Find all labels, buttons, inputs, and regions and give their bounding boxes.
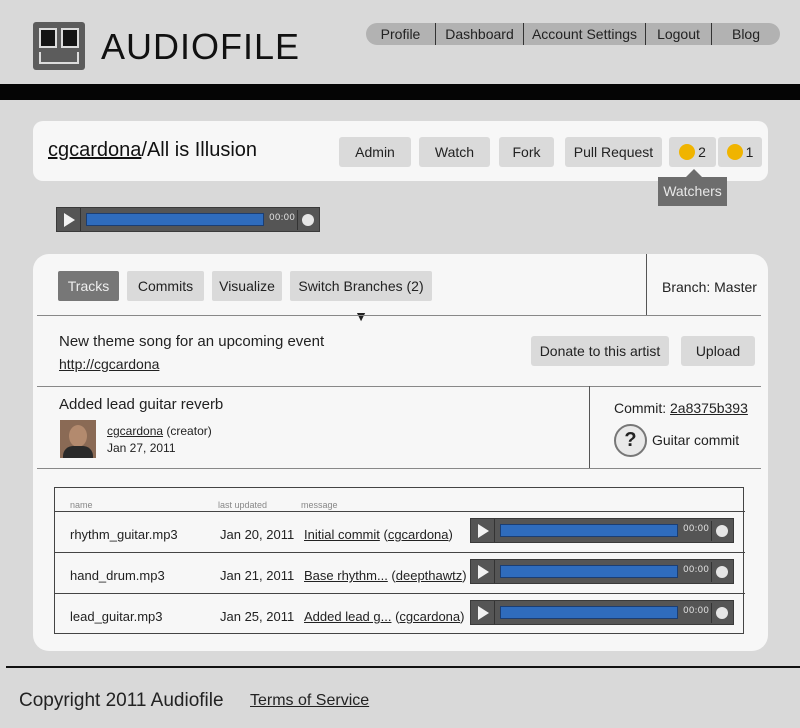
- donate-button[interactable]: Donate to this artist: [531, 336, 669, 366]
- table-cell-name: rhythm_guitar.mp3: [70, 527, 178, 542]
- rss-icon[interactable]: [711, 521, 731, 541]
- rss-icon[interactable]: [297, 210, 317, 230]
- table-cell-date: Jan 20, 2011: [220, 527, 295, 542]
- tab-commits[interactable]: Commits: [127, 271, 204, 301]
- table-cell-message: Initial commit (cgcardona): [304, 527, 453, 542]
- user-link[interactable]: cgcardona: [399, 609, 460, 624]
- forks-count-button[interactable]: 1: [718, 137, 762, 167]
- commit-author-line: cgcardona (creator): [107, 424, 212, 438]
- artist-url-link[interactable]: http://cgcardona: [59, 356, 159, 372]
- user-link[interactable]: deepthawtz: [396, 568, 463, 583]
- watch-button[interactable]: Watch: [419, 137, 490, 167]
- divider: [37, 386, 761, 387]
- player-time: 00:00: [683, 524, 709, 534]
- repo-audio-player: 00:00: [56, 207, 320, 232]
- header-divider: [0, 84, 800, 100]
- watchers-tooltip: Watchers: [658, 169, 727, 206]
- divider: [37, 468, 761, 469]
- repo-title: cgcardona/All is Illusion: [48, 139, 257, 162]
- branch-label: Branch: Master: [662, 279, 757, 295]
- cursor-icon: [726, 144, 743, 161]
- table-cell-name: lead_guitar.mp3: [70, 609, 163, 624]
- commit-hash-line: Commit: 2a8375b393: [614, 400, 748, 416]
- nav-dashboard[interactable]: Dashboard: [436, 23, 524, 45]
- divider: [646, 254, 647, 316]
- commit-message-link[interactable]: Added lead g...: [304, 609, 391, 624]
- column-header-last-updated: last updated: [218, 500, 268, 510]
- help-icon[interactable]: ?: [614, 424, 647, 457]
- watchers-count: 2: [698, 144, 706, 160]
- rss-icon[interactable]: [711, 562, 731, 582]
- divider: [37, 315, 761, 316]
- track-audio-player: 00:00: [470, 600, 734, 625]
- tab-visualize[interactable]: Visualize: [212, 271, 282, 301]
- table-cell-message: Added lead g... (cgcardona): [304, 609, 465, 624]
- fork-button[interactable]: Fork: [499, 137, 554, 167]
- commit-author-role: (creator): [166, 424, 212, 438]
- admin-button[interactable]: Admin: [339, 137, 411, 167]
- divider: [589, 386, 590, 468]
- footer-divider: [6, 666, 800, 668]
- upload-button[interactable]: Upload: [681, 336, 755, 366]
- user-icon: [679, 144, 696, 161]
- avatar: [60, 420, 96, 458]
- repo-name: All is Illusion: [146, 139, 258, 161]
- tab-tracks[interactable]: Tracks: [58, 271, 119, 301]
- commit-hash-link[interactable]: 2a8375b393: [670, 400, 748, 416]
- commit-name: Guitar commit: [652, 432, 740, 448]
- table-cell-name: hand_drum.mp3: [70, 568, 165, 583]
- nav-account-settings[interactable]: Account Settings: [524, 23, 646, 45]
- column-header-name: name: [70, 500, 93, 510]
- table-cell-message: Base rhythm... (deepthawtz): [304, 568, 467, 583]
- divider: [55, 593, 745, 594]
- play-icon[interactable]: [57, 208, 81, 231]
- table-cell-date: Jan 25, 2011: [220, 609, 295, 624]
- repo-owner-link[interactable]: cgcardona: [48, 139, 141, 161]
- logo-icon: [33, 22, 85, 70]
- rss-icon[interactable]: [711, 603, 731, 623]
- user-link[interactable]: cgcardona: [388, 527, 449, 542]
- play-icon[interactable]: [471, 560, 495, 583]
- column-header-message: message: [301, 500, 338, 510]
- switch-branches-dropdown[interactable]: Switch Branches (2) ▼: [290, 271, 432, 324]
- player-time: 00:00: [683, 565, 709, 575]
- nav-blog[interactable]: Blog: [712, 23, 780, 45]
- progress-bar[interactable]: [500, 565, 678, 578]
- nav-logout[interactable]: Logout: [646, 23, 712, 45]
- play-icon[interactable]: [471, 601, 495, 624]
- brand-title: AUDIOFILE: [101, 26, 301, 67]
- forks-count: 1: [745, 144, 754, 160]
- commit-label: Commit:: [614, 400, 667, 416]
- top-nav: Profile Dashboard Account Settings Logou…: [366, 23, 780, 45]
- copyright-text: Copyright 2011 Audiofile: [19, 690, 224, 711]
- progress-bar[interactable]: [86, 213, 264, 226]
- progress-bar[interactable]: [500, 524, 678, 537]
- repo-description: New theme song for an upcoming event: [59, 333, 325, 350]
- watchers-count-button[interactable]: 2: [669, 137, 716, 167]
- table-cell-date: Jan 21, 2011: [220, 568, 295, 583]
- commit-message: Added lead guitar reverb: [59, 396, 224, 413]
- divider: [55, 511, 745, 512]
- track-audio-player: 00:00: [470, 559, 734, 584]
- progress-bar[interactable]: [500, 606, 678, 619]
- terms-of-service-link[interactable]: Terms of Service: [250, 692, 369, 710]
- player-time: 00:00: [683, 606, 709, 616]
- commit-date: Jan 27, 2011: [107, 441, 176, 455]
- track-audio-player: 00:00: [470, 518, 734, 543]
- commit-message-link[interactable]: Base rhythm...: [304, 568, 388, 583]
- pull-request-button[interactable]: Pull Request: [565, 137, 662, 167]
- commit-message-link[interactable]: Initial commit: [304, 527, 380, 542]
- commit-author-link[interactable]: cgcardona: [107, 424, 163, 438]
- player-time: 00:00: [269, 213, 295, 223]
- play-icon[interactable]: [471, 519, 495, 542]
- divider: [55, 552, 745, 553]
- nav-profile[interactable]: Profile: [366, 23, 436, 45]
